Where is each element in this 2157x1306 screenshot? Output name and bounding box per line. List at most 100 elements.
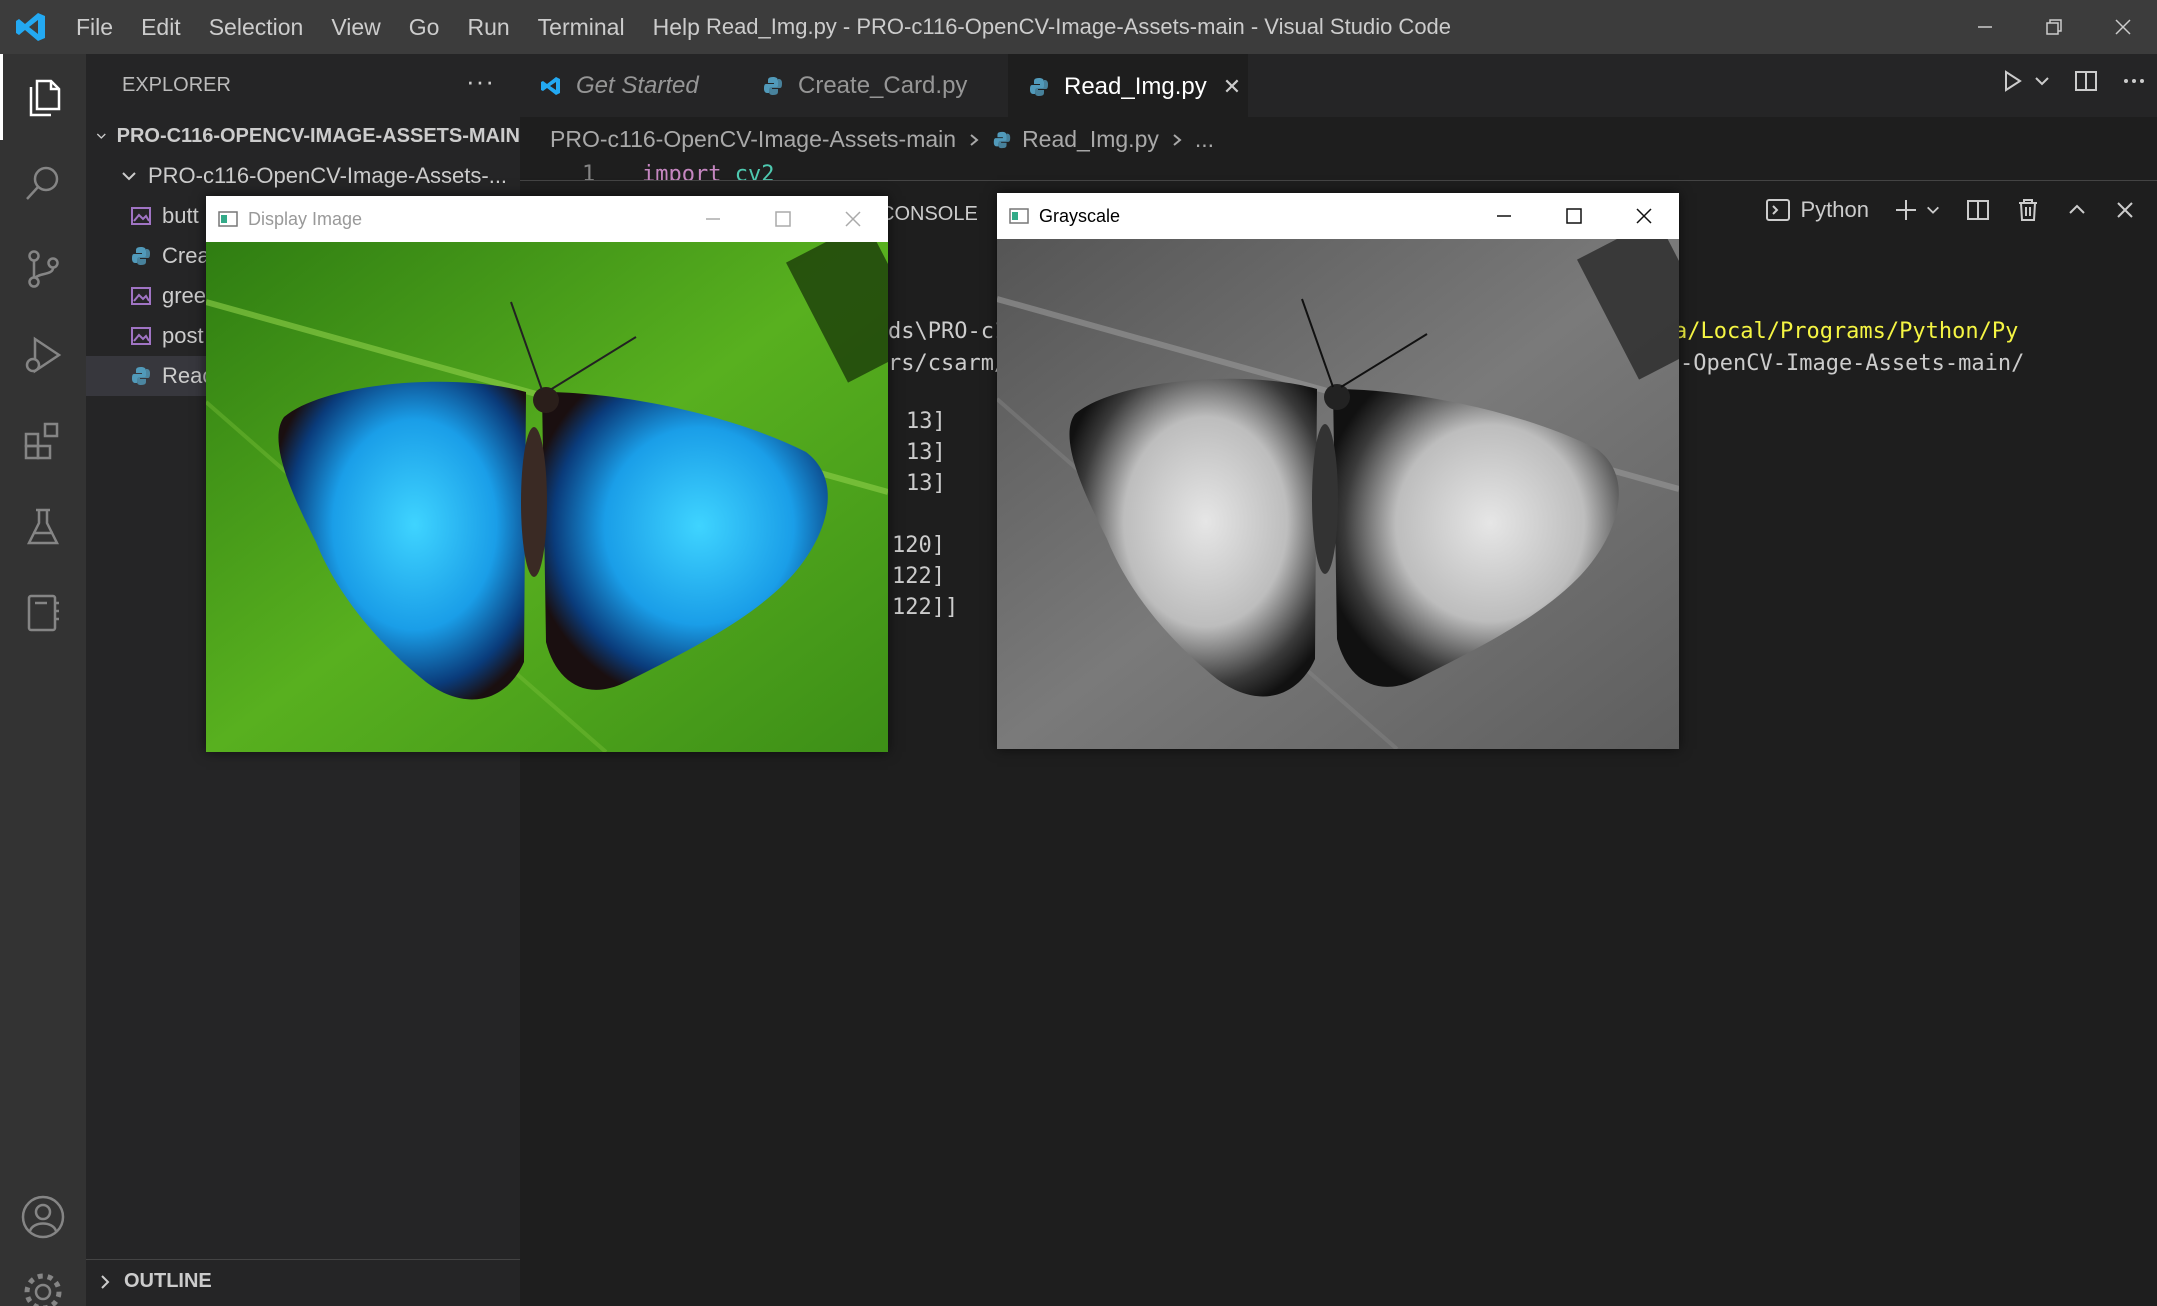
color-butterfly-image (206, 242, 888, 752)
menu-help[interactable]: Help (639, 14, 714, 41)
menu-terminal[interactable]: Terminal (524, 14, 639, 41)
tab-close-icon[interactable]: ✕ (1223, 74, 1241, 100)
close-panel-icon[interactable] (2113, 198, 2137, 222)
activity-search[interactable] (0, 140, 86, 226)
file-label: post (162, 323, 204, 348)
window-app-icon (218, 211, 238, 227)
terminal-line: 122]] (892, 595, 959, 620)
chevron-right-icon (101, 1274, 110, 1289)
outline-section[interactable]: OUTLINE (86, 1259, 520, 1303)
split-terminal-icon[interactable] (1965, 197, 1991, 223)
activity-accounts[interactable] (0, 1174, 86, 1260)
panel-actions: Python (1765, 197, 2138, 223)
workspace-root[interactable]: PRO-C116-OPENCV-IMAGE-ASSETS-MAIN (86, 116, 520, 156)
more-actions-icon[interactable] (2121, 68, 2147, 94)
python-file-icon (764, 76, 782, 95)
chevron-right-icon (970, 133, 979, 146)
files-icon (29, 79, 60, 117)
menu-edit[interactable]: Edit (127, 14, 195, 41)
activity-source-control[interactable] (0, 226, 86, 312)
tab-label: Get Started (576, 71, 699, 99)
outline-label: OUTLINE (124, 1270, 212, 1292)
image-file-icon (131, 287, 151, 305)
chevron-up-icon[interactable] (2065, 198, 2089, 222)
restore-icon (2045, 19, 2062, 35)
minimize-icon (706, 218, 720, 220)
activity-run-debug[interactable] (0, 312, 86, 398)
breadcrumb-file[interactable]: Read_Img.py (1022, 126, 1159, 153)
menu-bar: File Edit Selection View Go Run Terminal… (62, 0, 714, 54)
activity-explorer[interactable] (0, 54, 86, 140)
folder-row[interactable]: PRO-c116-OpenCV-Image-Assets-... (86, 156, 520, 196)
editor-actions (1999, 68, 2147, 94)
grayscale-butterfly-image (997, 239, 1679, 749)
explorer-header: EXPLORER (122, 74, 231, 96)
menu-run[interactable]: Run (453, 14, 523, 41)
close-window-button[interactable] (2088, 0, 2157, 54)
notebook-icon (27, 594, 59, 632)
grayscale-window[interactable]: Grayscale (997, 193, 1679, 749)
minimize-button[interactable] (1469, 193, 1539, 239)
python-file-icon (993, 131, 1011, 148)
explorer-more-actions-icon[interactable]: ··· (466, 66, 495, 97)
activity-extensions[interactable] (0, 398, 86, 484)
tab-get-started[interactable]: Get Started (520, 54, 742, 117)
butterfly-grayscale-picture (997, 239, 1679, 749)
close-button[interactable] (1609, 193, 1679, 239)
image-file-icon (131, 327, 151, 345)
minimize-icon (1977, 26, 1992, 28)
vscode-logo-icon (16, 13, 45, 41)
close-icon (1636, 208, 1652, 224)
maximize-button[interactable] (748, 196, 818, 242)
terminal-line: 13] (906, 409, 946, 434)
close-button[interactable] (818, 196, 888, 242)
window-title: Display Image (248, 208, 363, 229)
shell-name: Python (1800, 197, 1870, 222)
chevron-down-icon (96, 133, 106, 139)
minimize-icon (1497, 215, 1511, 217)
folder-label: PRO-c116-OpenCV-Image-Assets-... (148, 163, 508, 188)
menu-selection[interactable]: Selection (195, 14, 318, 41)
activity-manage[interactable] (0, 1252, 86, 1306)
menu-go[interactable]: Go (395, 14, 454, 41)
restore-button[interactable] (2019, 0, 2088, 54)
file-label: butt (162, 203, 199, 228)
title-bar: File Edit Selection View Go Run Terminal… (0, 0, 2157, 54)
breadcrumb-folder[interactable]: PRO-c116-OpenCV-Image-Assets-main (550, 126, 956, 153)
trash-icon[interactable] (2015, 197, 2041, 223)
minimize-button[interactable] (678, 196, 748, 242)
minimize-button[interactable] (1950, 0, 2019, 54)
display-image-window[interactable]: Display Image (206, 196, 888, 752)
chevron-down-icon[interactable] (1925, 202, 1941, 218)
tab-read-img[interactable]: Read_Img.py ✕ (1008, 54, 1248, 117)
activity-testing[interactable] (0, 484, 86, 570)
window-title: Grayscale (1039, 205, 1121, 226)
maximize-button[interactable] (1539, 193, 1609, 239)
menu-view[interactable]: View (317, 14, 394, 41)
terminal-line: rs/csarm/ (888, 351, 1008, 376)
breadcrumb: PRO-c116-OpenCV-Image-Assets-main Read_I… (550, 126, 1214, 153)
butterfly-color-picture (206, 242, 888, 752)
python-file-icon (132, 247, 150, 265)
workspace-root-label: PRO-C116-OPENCV-IMAGE-ASSETS-MAIN (116, 124, 520, 147)
terminal-line: 13] (906, 440, 946, 465)
activity-bar (0, 54, 86, 1306)
breadcrumb-more[interactable]: ... (1195, 126, 1214, 153)
tab-create-card[interactable]: Create_Card.py (742, 54, 1008, 117)
plus-icon[interactable] (1893, 197, 1919, 223)
window-controls (678, 196, 888, 242)
python-file-icon (132, 367, 150, 385)
terminal-shell-selector[interactable]: Python (1765, 197, 1870, 223)
tab-console[interactable]: CONSOLE (880, 203, 978, 226)
split-editor-icon[interactable] (2073, 68, 2099, 94)
activity-notebook[interactable] (0, 570, 86, 656)
chevron-down-icon[interactable] (2033, 72, 2051, 90)
terminal-icon (1765, 199, 1790, 221)
window-controls (1469, 193, 1679, 239)
tab-label: Create_Card.py (798, 71, 968, 99)
window-app-icon (1009, 208, 1029, 224)
run-python-file-icon[interactable] (1999, 68, 2025, 94)
menu-file[interactable]: File (62, 14, 127, 41)
maximize-icon (1566, 208, 1582, 224)
maximize-icon (775, 211, 791, 227)
